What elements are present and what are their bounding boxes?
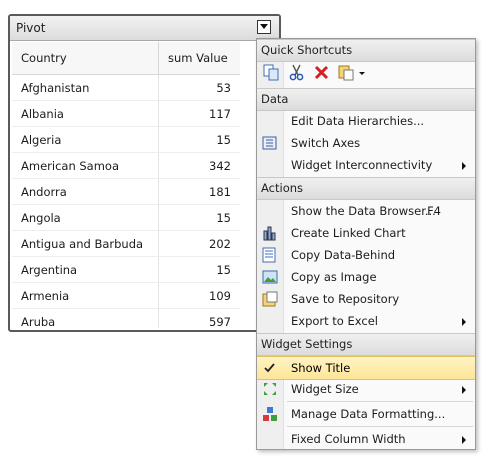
delete-icon[interactable]	[313, 64, 330, 81]
menu-item-show-title[interactable]: Show Title	[257, 356, 475, 380]
paste-special-icon[interactable]	[338, 64, 366, 81]
menu-item-show-data-browser[interactable]: Show the Data Browser... F4	[257, 200, 475, 222]
cut-icon[interactable]	[288, 64, 305, 81]
shortcut-label: F4	[427, 204, 441, 218]
value-cell: 53	[157, 74, 240, 101]
menu-item-label: Export to Excel	[291, 314, 378, 328]
menu-item-widget-size[interactable]: Widget Size	[257, 378, 475, 400]
value-cell: 109	[157, 282, 240, 309]
copy-data-icon	[262, 247, 278, 263]
pivot-widget: Pivot Country sum Value Afghanistan 53 Al…	[8, 14, 281, 332]
value-cell: 342	[157, 152, 240, 179]
table-row[interactable]: Algeria 15	[12, 126, 240, 153]
value-cell: 15	[157, 204, 240, 231]
table-row[interactable]: Argentina 15	[12, 256, 240, 283]
checkmark-icon	[262, 360, 278, 376]
widget-title: Pivot	[16, 21, 46, 35]
submenu-arrow-icon	[462, 162, 466, 170]
section-widget-settings: Widget Settings	[257, 333, 475, 356]
country-cell: American Samoa	[12, 152, 159, 179]
country-cell: Afghanistan	[12, 74, 159, 101]
country-cell: Algeria	[12, 126, 159, 153]
widget-title-bar: Pivot	[10, 16, 279, 41]
submenu-arrow-icon	[462, 386, 466, 394]
column-header-country[interactable]: Country	[12, 42, 159, 75]
menu-item-manage-data-formatting[interactable]: Manage Data Formatting...	[257, 403, 475, 425]
menu-item-switch-axes[interactable]: Switch Axes	[257, 132, 475, 154]
menu-item-copy-as-image[interactable]: Copy as Image	[257, 266, 475, 288]
quick-shortcuts-toolbar	[257, 61, 475, 83]
submenu-arrow-icon	[462, 436, 466, 444]
switch-axes-icon	[262, 135, 278, 151]
table-row[interactable]: Antigua and Barbuda 202	[12, 230, 240, 257]
column-header-sum-value[interactable]: sum Value	[157, 42, 240, 75]
menu-item-label: Widget Size	[291, 382, 359, 396]
table-row[interactable]: Aruba 597	[12, 308, 240, 328]
value-cell: 117	[157, 100, 240, 127]
value-cell: 597	[157, 308, 240, 328]
menu-separator	[287, 401, 473, 402]
menu-item-label: Switch Axes	[291, 136, 361, 150]
menu-item-label: Show the Data Browser...	[291, 204, 436, 218]
menu-item-edit-data-hierarchies[interactable]: Edit Data Hierarchies...	[257, 110, 475, 132]
header-row: Country sum Value	[12, 42, 240, 75]
widget-menu-button[interactable]	[257, 20, 271, 34]
menu-item-label: Show Title	[291, 361, 351, 375]
value-cell: 15	[157, 256, 240, 283]
table-row[interactable]: Andorra 181	[12, 178, 240, 205]
chevron-down-icon	[260, 24, 268, 29]
menu-item-label: Copy Data-Behind	[291, 248, 396, 262]
country-cell: Argentina	[12, 256, 159, 283]
pivot-table: Country sum Value Afghanistan 53 Albania 1…	[12, 42, 240, 328]
country-cell: Angola	[12, 204, 159, 231]
table-row[interactable]: American Samoa 342	[12, 152, 240, 179]
menu-item-label: Save to Repository	[291, 292, 400, 306]
pivot-grid: Country sum Value Afghanistan 53 Albania 1…	[12, 42, 277, 328]
country-cell: Antigua and Barbuda	[12, 230, 159, 257]
image-icon	[262, 269, 278, 285]
table-row[interactable]: Albania 117	[12, 100, 240, 127]
table-row[interactable]: Armenia 109	[12, 282, 240, 309]
menu-item-copy-data-behind[interactable]: Copy Data-Behind	[257, 244, 475, 266]
menu-item-label: Manage Data Formatting...	[291, 407, 446, 421]
menu-item-label: Create Linked Chart	[291, 226, 406, 240]
table-row[interactable]: Angola 15	[12, 204, 240, 231]
section-data: Data	[257, 88, 475, 111]
section-quick-shortcuts: Quick Shortcuts	[257, 39, 475, 62]
menu-item-label: Fixed Column Width	[291, 432, 406, 446]
formatting-icon	[262, 406, 278, 422]
menu-item-label: Edit Data Hierarchies...	[291, 114, 425, 128]
menu-item-label: Widget Interconnectivity	[291, 158, 433, 172]
country-cell: Armenia	[12, 282, 159, 309]
menu-item-save-to-repository[interactable]: Save to Repository	[257, 288, 475, 310]
widget-context-menu: Quick Shortcuts Data Edit Data Hierarchi…	[256, 38, 476, 450]
menu-separator	[287, 426, 473, 427]
table-row[interactable]: Afghanistan 53	[12, 74, 240, 101]
repository-icon	[262, 291, 278, 307]
menu-item-label: Copy as Image	[291, 270, 377, 284]
copy-icon[interactable]	[263, 64, 280, 81]
country-cell: Albania	[12, 100, 159, 127]
menu-item-fixed-column-width[interactable]: Fixed Column Width	[257, 428, 475, 450]
value-cell: 15	[157, 126, 240, 153]
menu-item-export-to-excel[interactable]: Export to Excel	[257, 310, 475, 332]
menu-item-widget-interconnectivity[interactable]: Widget Interconnectivity	[257, 154, 475, 176]
country-cell: Aruba	[12, 308, 159, 328]
menu-item-create-linked-chart[interactable]: Create Linked Chart	[257, 222, 475, 244]
submenu-arrow-icon	[462, 318, 466, 326]
linked-chart-icon	[262, 225, 278, 241]
value-cell: 202	[157, 230, 240, 257]
resize-icon	[262, 381, 278, 397]
section-actions: Actions	[257, 177, 475, 200]
value-cell: 181	[157, 178, 240, 205]
country-cell: Andorra	[12, 178, 159, 205]
